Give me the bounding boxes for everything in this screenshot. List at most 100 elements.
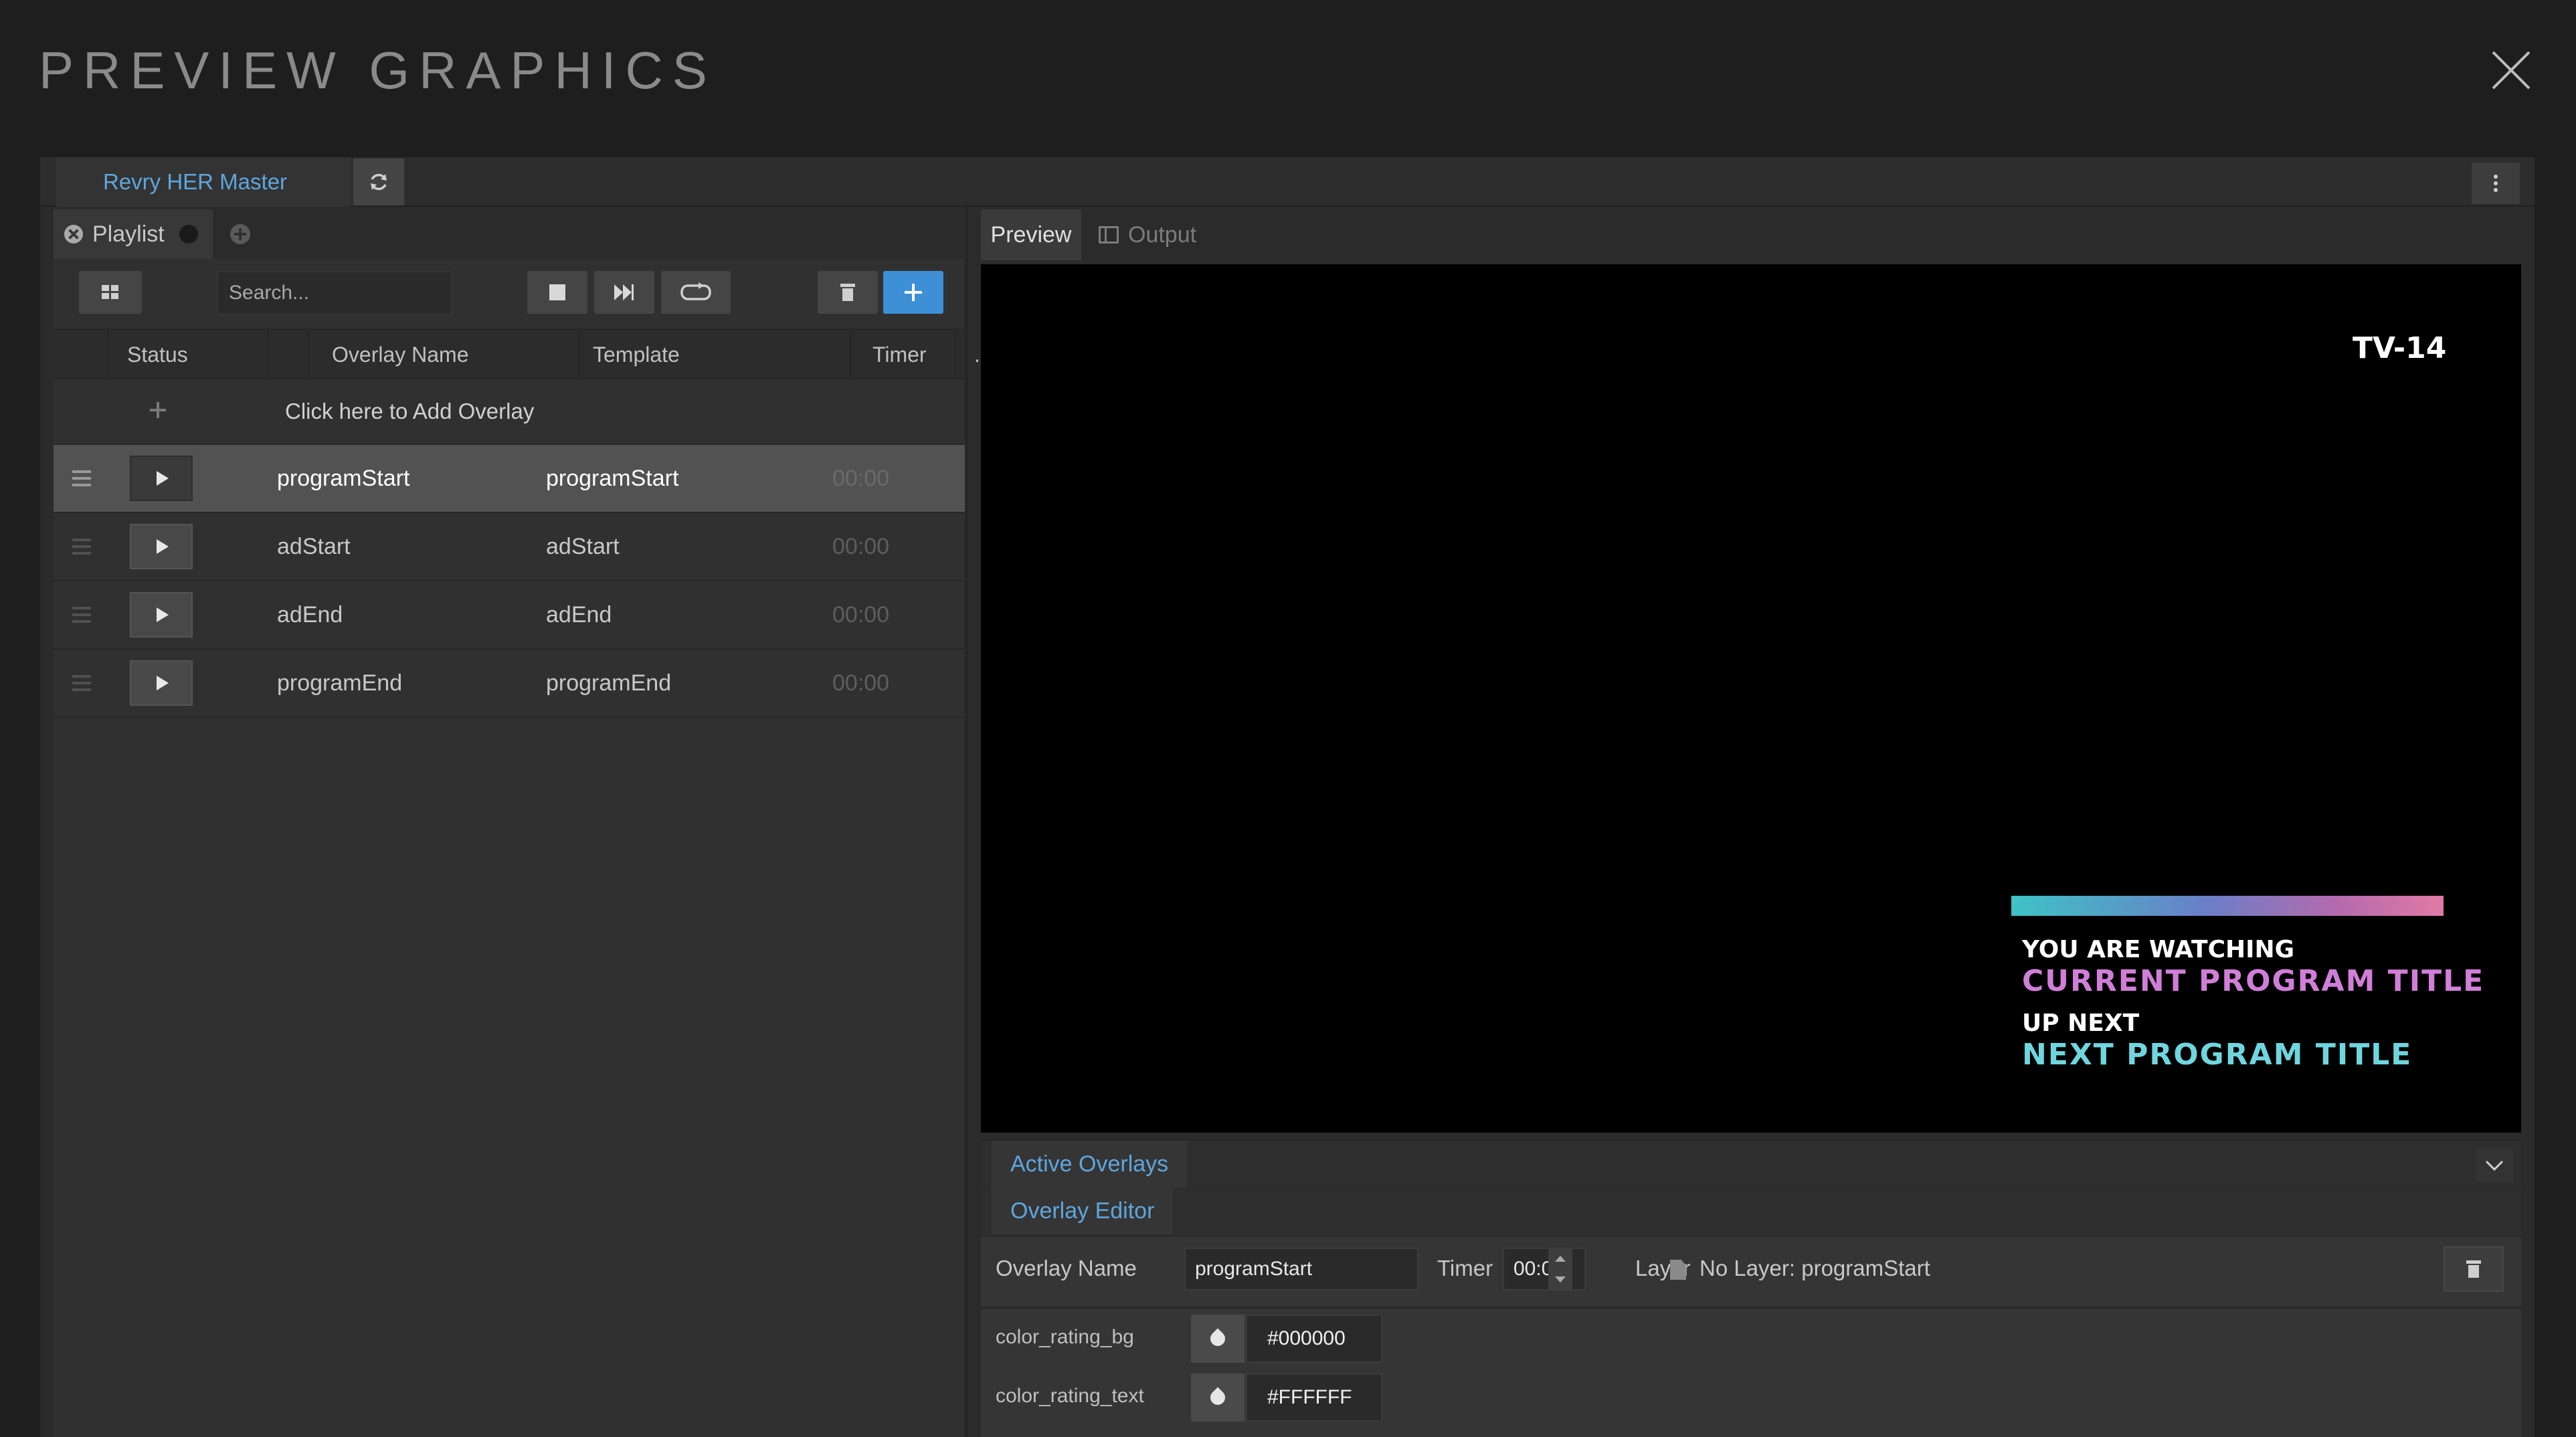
timer-cell: 00:00 xyxy=(832,670,890,696)
current-program-title: CURRENT PROGRAM TITLE xyxy=(2022,964,2485,998)
stop-button[interactable] xyxy=(527,271,587,314)
document-icon xyxy=(1670,1260,1686,1280)
playlist-toolbar xyxy=(54,259,965,326)
template-cell: programStart xyxy=(546,465,679,491)
tab-active-overlays[interactable]: Active Overlays xyxy=(992,1141,1188,1187)
drag-handle-icon[interactable] xyxy=(72,607,91,627)
stepper-down-icon[interactable] xyxy=(1555,1276,1566,1282)
color-picker-button[interactable] xyxy=(1191,1315,1245,1363)
active-overlays-bar: Active Overlays xyxy=(981,1139,2521,1187)
preview-panel: Preview Output TV-14 YOU ARE WATCHING CU… xyxy=(981,207,2521,1437)
play-button[interactable] xyxy=(130,524,193,569)
refresh-button[interactable] xyxy=(353,159,404,205)
trash-icon xyxy=(2466,1260,2481,1278)
color-picker-button[interactable] xyxy=(1191,1373,1245,1422)
next-button[interactable] xyxy=(594,271,654,314)
stop-icon xyxy=(549,284,565,300)
close-tab-icon[interactable] xyxy=(64,225,83,244)
delete-overlay-button[interactable] xyxy=(2444,1246,2504,1292)
playlist-rows: programStart programStart 00:00 adStart … xyxy=(54,445,965,718)
trash-icon xyxy=(840,284,855,301)
add-button[interactable] xyxy=(883,271,943,314)
overlay-name-field[interactable]: programStart xyxy=(1184,1248,1418,1290)
play-icon xyxy=(157,539,169,554)
column-status[interactable]: Status xyxy=(107,330,268,379)
plus-icon xyxy=(905,284,922,301)
overlay-editor-bar: Overlay Editor xyxy=(981,1187,2521,1234)
page-title: PREVIEW GRAPHICS xyxy=(39,41,717,100)
layer-value: No Layer: programStart xyxy=(1699,1256,1930,1280)
timer-stepper[interactable] xyxy=(1548,1248,1572,1290)
add-overlay-row[interactable]: Click here to Add Overlay xyxy=(54,379,965,445)
preview-canvas: TV-14 YOU ARE WATCHING CURRENT PROGRAM T… xyxy=(981,264,2521,1133)
more-options-button[interactable] xyxy=(2472,163,2520,204)
loop-button[interactable] xyxy=(661,271,731,314)
fast-forward-icon xyxy=(614,284,634,300)
timer-cell: 00:00 xyxy=(832,465,890,491)
column-divider xyxy=(268,330,269,379)
property-key: color_rating_text xyxy=(996,1385,1144,1407)
column-timer[interactable]: Timer xyxy=(850,330,954,379)
property-row: color_rating_text #FFFFFF xyxy=(981,1368,2521,1424)
status-dot-icon xyxy=(179,225,198,244)
drag-handle-icon[interactable] xyxy=(72,470,91,490)
grid-view-button[interactable] xyxy=(79,271,142,314)
property-key: color_rating_bg xyxy=(996,1326,1134,1348)
column-overlay-name[interactable]: Overlay Name xyxy=(308,330,591,379)
color-value-field[interactable]: #000000 xyxy=(1246,1315,1382,1363)
timer-cell: 00:00 xyxy=(832,533,890,559)
play-icon xyxy=(157,607,169,622)
template-cell: programEnd xyxy=(546,670,672,696)
tab-playlist[interactable]: Playlist xyxy=(54,209,213,259)
tab-output[interactable]: Output xyxy=(1088,209,1207,260)
graphics-app: Revry HER Master Playlist Search... Stat… xyxy=(40,157,2535,1437)
output-window-icon xyxy=(1099,226,1119,244)
template-cell: adStart xyxy=(546,533,620,559)
delete-button[interactable] xyxy=(818,271,878,314)
playlist-tab-bar: Playlist xyxy=(54,207,965,259)
play-icon xyxy=(157,471,169,486)
loop-icon xyxy=(680,282,711,300)
tab-output-label: Output xyxy=(1128,221,1197,248)
overlay-name-label: Overlay Name xyxy=(996,1256,1137,1280)
play-button[interactable] xyxy=(130,592,193,638)
play-button[interactable] xyxy=(130,660,193,706)
overlay-name-cell: adEnd xyxy=(277,601,343,628)
collapse-button[interactable] xyxy=(2476,1149,2513,1182)
add-overlay-label: Click here to Add Overlay xyxy=(285,399,535,423)
drag-handle-icon[interactable] xyxy=(72,539,91,559)
close-icon[interactable] xyxy=(2489,48,2533,92)
timer-cell: 00:00 xyxy=(832,601,890,628)
search-input[interactable] xyxy=(217,271,452,315)
add-playlist-icon[interactable] xyxy=(230,224,250,244)
overlay-properties: color_rating_bg #000000 color_rating_tex… xyxy=(981,1309,2521,1437)
playlist-table-header: Status Overlay Name Template Timer ... xyxy=(54,328,992,379)
tab-playlist-label: Playlist xyxy=(92,221,165,247)
drag-handle-icon[interactable] xyxy=(72,675,91,695)
column-template[interactable]: Template xyxy=(578,330,852,379)
overlay-editor-fields: Overlay Name programStart Timer 00:00 La… xyxy=(981,1237,2521,1307)
kebab-icon xyxy=(2494,175,2498,192)
droplet-icon xyxy=(1207,1328,1228,1349)
overlay-name-cell: adStart xyxy=(277,533,351,559)
timer-field[interactable]: 00:00 xyxy=(1503,1248,1586,1290)
master-tab[interactable]: Revry HER Master xyxy=(56,157,351,207)
tab-preview[interactable]: Preview xyxy=(981,209,1081,260)
table-row[interactable]: adStart adStart 00:00 xyxy=(54,513,965,581)
table-row[interactable]: programStart programStart 00:00 xyxy=(54,445,965,513)
property-row: color_rating_bg #000000 xyxy=(981,1309,2521,1365)
play-button[interactable] xyxy=(130,456,193,501)
stepper-up-icon[interactable] xyxy=(1555,1256,1566,1262)
tab-overlay-editor[interactable]: Overlay Editor xyxy=(992,1187,1174,1234)
gradient-bar xyxy=(2011,896,2444,916)
top-bar: Revry HER Master xyxy=(40,157,2535,207)
color-value-field[interactable]: #FFFFFF xyxy=(1246,1373,1382,1422)
refresh-icon xyxy=(371,173,387,191)
overlay-name-cell: programEnd xyxy=(277,670,403,696)
table-row[interactable]: adEnd adEnd 00:00 xyxy=(54,581,965,650)
overlay-name-cell: programStart xyxy=(277,465,410,491)
preview-tab-bar: Preview Output xyxy=(981,207,2521,260)
chevron-down-icon xyxy=(2485,1160,2504,1171)
table-row[interactable]: programEnd programEnd 00:00 xyxy=(54,650,965,718)
droplet-icon xyxy=(1207,1387,1228,1408)
